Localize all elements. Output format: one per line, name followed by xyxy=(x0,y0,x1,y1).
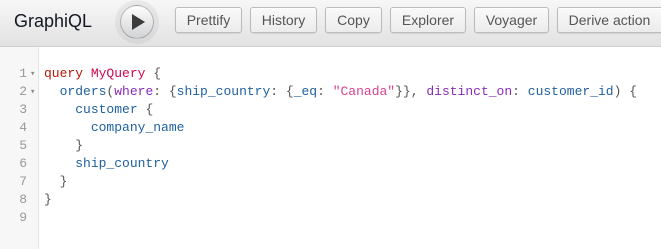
copy-button[interactable]: Copy xyxy=(325,7,382,33)
code-text: } xyxy=(44,191,52,209)
code-token: customer_id xyxy=(527,84,614,99)
play-icon xyxy=(132,14,145,30)
code-token: orders xyxy=(59,84,107,99)
line-number: 3 xyxy=(19,102,27,117)
code-token: where xyxy=(114,84,154,99)
line-number: 2 xyxy=(19,84,27,99)
code-text: ship_country xyxy=(44,155,169,173)
toolbar: GraphiQL Prettify History Copy Explorer … xyxy=(0,0,661,47)
code-token: } xyxy=(44,174,68,189)
voyager-button[interactable]: Voyager xyxy=(474,7,549,33)
code-token: customer xyxy=(75,102,138,117)
code-token: : xyxy=(512,84,528,99)
derive-action-button[interactable]: Derive action xyxy=(557,7,661,33)
code-text: } xyxy=(44,173,68,191)
code-text: orders(where: {ship_country: {_eq: "Cana… xyxy=(44,83,637,101)
line-number: 8 xyxy=(19,192,27,207)
code-token: ) { xyxy=(613,84,638,99)
code-token: { xyxy=(137,102,154,117)
code-token: }}, xyxy=(395,84,427,99)
line-number: 1 xyxy=(19,66,27,81)
explorer-button[interactable]: Explorer xyxy=(390,7,466,33)
code-token: ship_country xyxy=(176,84,271,99)
code-token: : { xyxy=(270,84,294,99)
line-number: 5 xyxy=(19,138,27,153)
code-token: ship_country xyxy=(75,156,169,171)
fold-arrow-icon[interactable]: ▾ xyxy=(30,65,35,83)
fold-arrow-icon[interactable]: ▾ xyxy=(30,83,35,101)
code-text: customer { xyxy=(44,101,153,119)
graphiql-app: GraphiQL Prettify History Copy Explorer … xyxy=(0,0,661,249)
line-number: 6 xyxy=(19,156,27,171)
line-number: 7 xyxy=(19,174,27,189)
code-text: company_name xyxy=(44,119,185,137)
code-text: } xyxy=(44,137,83,155)
code-token: { xyxy=(145,66,162,81)
line-number: 4 xyxy=(19,120,27,135)
code-token: query xyxy=(44,66,84,81)
prettify-button[interactable]: Prettify xyxy=(175,7,242,33)
code-token: } xyxy=(44,192,52,207)
code-token: company_name xyxy=(90,120,185,135)
line-number: 9 xyxy=(19,210,27,225)
code-token: : xyxy=(317,84,333,99)
history-button[interactable]: History xyxy=(250,7,317,33)
code-token: "Canada" xyxy=(332,84,396,99)
code-text: query MyQuery { xyxy=(44,65,161,83)
code-token: _eq xyxy=(293,84,318,99)
code-token: } xyxy=(44,138,84,153)
code-token: : { xyxy=(153,84,177,99)
execute-query-button[interactable] xyxy=(120,5,154,39)
app-title: GraphiQL xyxy=(14,11,93,31)
code-token: MyQuery xyxy=(90,66,146,81)
query-editor[interactable]: 1 ▾ query MyQuery {2 ▾ orders(where: {ship_… xyxy=(0,47,661,249)
code-token: distinct_on xyxy=(426,84,513,99)
